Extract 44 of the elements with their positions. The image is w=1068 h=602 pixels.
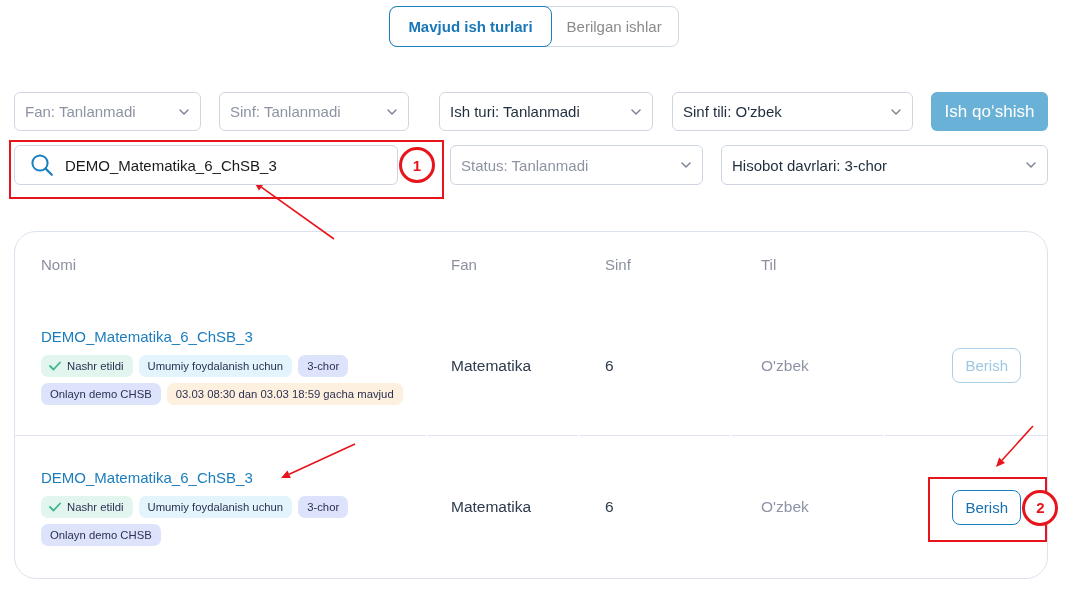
filter-dropdown[interactable]: Ish turi: Tanlanmadi <box>439 92 653 131</box>
tab[interactable]: Mavjud ish turlari <box>389 6 552 47</box>
table-cell: 6 <box>605 498 614 516</box>
chevron-down-icon <box>681 162 691 168</box>
tab[interactable]: Berilgan ishlar <box>549 6 679 47</box>
column-header: Fan <box>451 255 477 273</box>
tag: 3-chor <box>298 354 349 377</box>
filter-dropdown[interactable]: Hisobot davrlari: 3-chor <box>721 145 1048 185</box>
column-header: Nomi <box>41 255 76 273</box>
callout-marker: 1 <box>399 147 435 183</box>
search-icon <box>31 154 53 176</box>
tag: 3-chor <box>298 496 349 518</box>
chevron-down-icon <box>179 108 189 115</box>
table-cell: Matematika <box>451 356 532 375</box>
column-header: Til <box>761 255 777 273</box>
table-cell: Matematika <box>451 498 532 516</box>
filter-dropdown[interactable]: Status: Tanlanmadi <box>450 145 703 185</box>
column-header: Sinf <box>605 255 631 273</box>
filter-dropdown[interactable]: Fan: Tanlanmadi <box>14 92 201 131</box>
tag: Onlayn demo CHSB <box>41 382 161 405</box>
tag: Umumiy foydalanish uchun <box>138 496 293 518</box>
search-field[interactable]: DEMO_Matematika_6_ChSB_3 <box>14 145 398 185</box>
table-cell: O'zbek <box>761 498 809 516</box>
status-tag: Nashr etildi <box>41 354 133 377</box>
chevron-down-icon <box>891 108 901 115</box>
table-cell: 6 <box>605 356 614 375</box>
status-tag: Nashr etildi <box>41 496 133 518</box>
check-icon <box>49 502 61 512</box>
callout-marker: 2 <box>1022 489 1059 526</box>
filter-dropdown[interactable]: Sinf: Tanlanmadi <box>219 92 409 131</box>
table-cell: O'zbek <box>761 356 809 375</box>
assign-button[interactable]: Berish <box>952 489 1021 525</box>
chevron-down-icon <box>631 108 641 115</box>
chevron-down-icon <box>1026 162 1036 168</box>
tag: Umumiy foydalanish uchun <box>138 354 293 377</box>
tag: Onlayn demo CHSB <box>41 524 161 546</box>
annotation-arrow <box>995 425 1034 468</box>
tag: 03.03 08:30 dan 03.03 18:59 gacha mavjud <box>166 382 403 405</box>
chevron-down-icon <box>387 108 397 115</box>
task-name-link[interactable]: DEMO_Matematika_6_ChSB_3 <box>41 468 253 487</box>
search-input[interactable]: DEMO_Matematika_6_ChSB_3 <box>65 146 391 184</box>
filter-dropdown[interactable]: Sinf tili: O'zbek <box>672 92 913 131</box>
check-icon <box>49 360 61 371</box>
task-name-link[interactable]: DEMO_Matematika_6_ChSB_3 <box>41 326 253 346</box>
